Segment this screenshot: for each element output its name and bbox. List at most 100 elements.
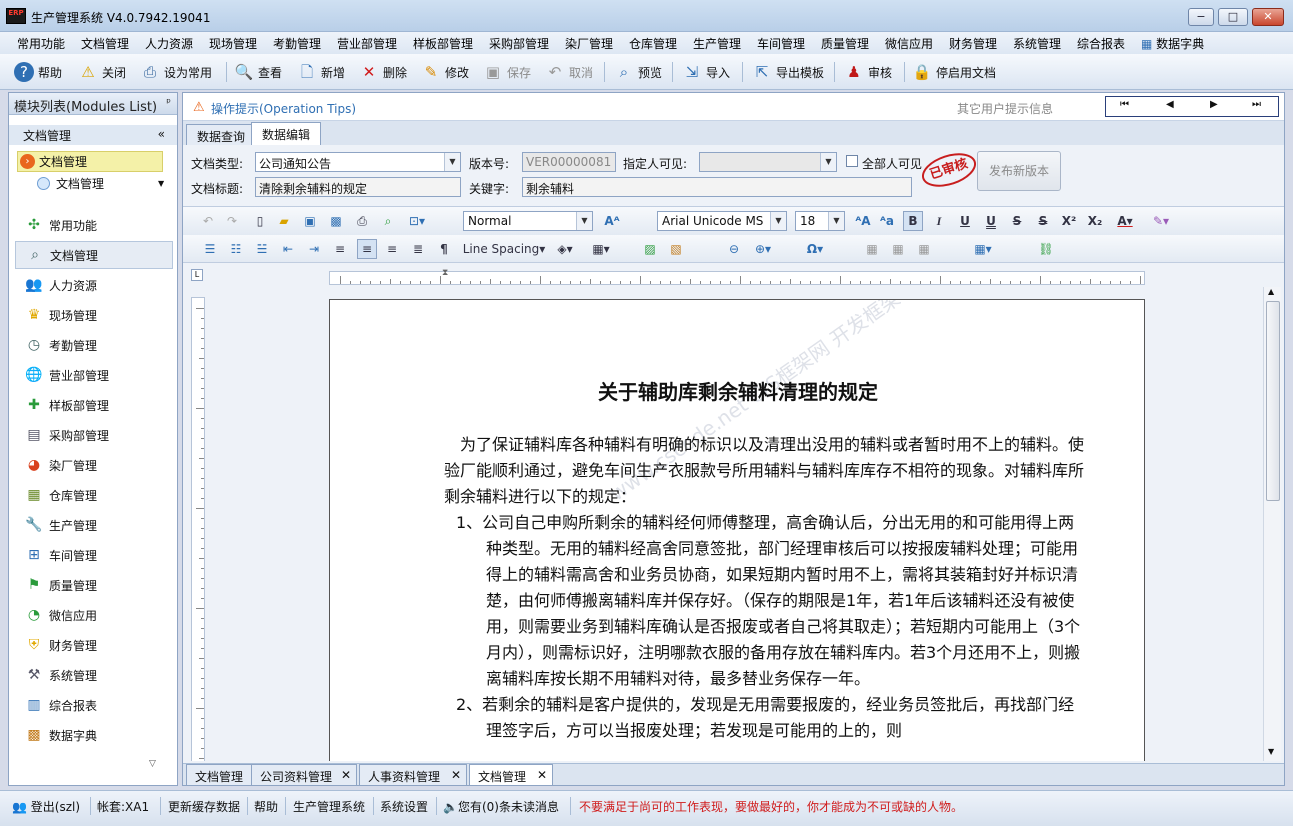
next-record-icon[interactable]: ▶ — [1210, 99, 1218, 110]
view-button[interactable]: 🔍 查看 — [234, 60, 282, 84]
nav-dye[interactable]: ◕ 染厂管理 — [15, 451, 173, 479]
tab-data-query[interactable]: 数据查询 — [186, 124, 257, 145]
align-left-icon[interactable]: ≡ — [331, 239, 349, 259]
tab-data-edit[interactable]: 数据编辑 — [251, 122, 322, 145]
menu-finance[interactable]: 财务管理 — [949, 35, 997, 52]
toggle-doc-button[interactable]: 🔒 停启用文档 — [912, 60, 996, 84]
tree-item-child[interactable]: 文档管理 — [17, 173, 163, 194]
close-tab-icon[interactable]: ✕ — [537, 768, 547, 782]
menu-sample[interactable]: 样板部管理 — [413, 35, 473, 52]
highlight-icon[interactable]: ✎▾ — [1147, 211, 1175, 231]
close-tab-icon[interactable]: ✕ — [451, 768, 461, 782]
nav-system[interactable]: ⚒ 系统管理 — [15, 661, 173, 689]
section-header[interactable]: 文档管理 « — [9, 125, 177, 145]
minimize-button[interactable]: − — [1188, 8, 1214, 26]
nav-finance[interactable]: ⛨ 财务管理 — [15, 631, 173, 659]
chevron-down-icon[interactable]: ▼ — [828, 212, 844, 230]
nav-production[interactable]: 🔧 生产管理 — [15, 511, 173, 539]
undo-icon[interactable]: ↶ — [199, 211, 217, 231]
print-preview-icon[interactable]: ⌕ — [379, 211, 397, 231]
zoom-in-icon[interactable]: ⊕▾ — [751, 239, 775, 259]
prev-record-icon[interactable]: ◀ — [1166, 99, 1174, 110]
keyword-field[interactable]: 剩余辅料 — [522, 177, 912, 197]
zoom-out-icon[interactable]: ⊖ — [725, 239, 743, 259]
pin-icon[interactable]: ᵖ — [166, 96, 171, 109]
audit-button[interactable]: ♟ 审核 — [844, 60, 892, 84]
add-button[interactable]: 🗋 新增 — [297, 60, 345, 84]
increase-indent-icon[interactable]: ⇥ — [305, 239, 323, 259]
doctab-documents[interactable]: 文档管理 — [186, 764, 253, 786]
insert-image-icon[interactable]: ▧ — [667, 239, 685, 259]
vertical-scrollbar[interactable]: ▲ ▼ — [1263, 287, 1281, 761]
redo-icon[interactable]: ↷ — [223, 211, 241, 231]
nav-workshop[interactable]: ⊞ 车间管理 — [15, 541, 173, 569]
set-common-button[interactable]: ⎙ 设为常用 — [140, 60, 212, 84]
new-file-icon[interactable]: ▯ — [251, 211, 269, 231]
nav-sales[interactable]: 🌐 营业部管理 — [15, 361, 173, 389]
menu-sales[interactable]: 营业部管理 — [337, 35, 397, 52]
paragraph-mark-icon[interactable]: ¶ — [435, 239, 453, 259]
maximize-button[interactable]: □ — [1218, 8, 1248, 26]
tree-item-selected[interactable]: › 文档管理 — [17, 151, 163, 172]
multilevel-list-icon[interactable]: ☱ — [253, 239, 271, 259]
collapse-icon[interactable]: « — [158, 127, 165, 141]
justify-icon[interactable]: ≣ — [409, 239, 427, 259]
delete-button[interactable]: ✕ 删除 — [359, 60, 407, 84]
align-right-icon[interactable]: ≡ — [383, 239, 401, 259]
strikethrough-icon[interactable]: S — [1007, 211, 1027, 231]
insert-table-icon[interactable]: ▦▾ — [969, 239, 997, 259]
save-icon[interactable]: ▣ — [301, 211, 319, 231]
align-center-icon[interactable]: ≡ — [357, 239, 377, 259]
cancel-button[interactable]: ↶ 取消 — [545, 60, 593, 84]
nav-site[interactable]: ♛ 现场管理 — [15, 301, 173, 329]
menu-quality[interactable]: 质量管理 — [821, 35, 869, 52]
help-button[interactable]: ? 帮助 — [14, 60, 62, 84]
menu-system[interactable]: 系统管理 — [1013, 35, 1061, 52]
symbol-icon[interactable]: Ω▾ — [803, 239, 827, 259]
nav-attendance[interactable]: ◷ 考勤管理 — [15, 331, 173, 359]
chevron-down-icon[interactable]: ▼ — [820, 153, 836, 171]
style-select[interactable]: Normal ▼ — [463, 211, 593, 231]
first-record-icon[interactable]: ⏮ — [1120, 99, 1129, 110]
menu-attendance[interactable]: 考勤管理 — [273, 35, 321, 52]
table-icon[interactable]: ▦ — [863, 239, 881, 259]
nav-purchase[interactable]: ▤ 采购部管理 — [15, 421, 173, 449]
doc-type-select[interactable]: 公司通知公告 ▼ — [255, 152, 461, 172]
system-settings-button[interactable]: 系统设置 — [380, 798, 428, 815]
export-template-button[interactable]: ⇱ 导出模板 — [752, 60, 824, 84]
status-help-button[interactable]: 帮助 — [254, 798, 278, 815]
preview-button[interactable]: ⌕ 预览 — [614, 60, 662, 84]
document-page[interactable]: www.cscode.net C/S框架网 开发框架 关于辅助库剩余辅料清理的规… — [329, 299, 1145, 761]
doctab-hr-files[interactable]: 人事资料管理 ✕ — [359, 764, 467, 786]
nav-sample[interactable]: ✚ 样板部管理 — [15, 391, 173, 419]
grow-font-icon[interactable]: ᴬA — [853, 211, 873, 231]
publish-version-button[interactable]: 发布新版本 — [977, 151, 1061, 191]
tab-stop-icon[interactable]: L — [191, 269, 203, 281]
font-size-select[interactable]: 18 ▼ — [795, 211, 845, 231]
nav-reports[interactable]: ▥ 综合报表 — [15, 691, 173, 719]
bullet-list-icon[interactable]: ☰ — [201, 239, 219, 259]
close-button[interactable]: ⚠ 关闭 — [78, 60, 126, 84]
nav-quality[interactable]: ⚑ 质量管理 — [15, 571, 173, 599]
close-tab-icon[interactable]: ✕ — [341, 768, 351, 782]
subscript-icon[interactable]: X₂ — [1085, 211, 1105, 231]
insert-picture-icon[interactable]: ▨ — [641, 239, 659, 259]
close-window-button[interactable]: ✕ — [1252, 8, 1284, 26]
font-color-icon[interactable]: A▾ — [1113, 211, 1137, 231]
indent-marker-icon[interactable]: ⧗ — [442, 268, 448, 278]
menu-site[interactable]: 现场管理 — [209, 35, 257, 52]
chevron-down-icon[interactable]: ▼ — [444, 153, 460, 171]
numbered-list-icon[interactable]: ☷ — [227, 239, 245, 259]
import-button[interactable]: ⇲ 导入 — [682, 60, 730, 84]
scroll-up-icon[interactable]: ▲ — [1268, 287, 1274, 296]
scrollbar-thumb[interactable] — [1266, 301, 1280, 501]
horizontal-ruler[interactable]: ⧗ — [329, 268, 1145, 285]
menu-dictionary[interactable]: ▦ 数据字典 — [1141, 35, 1204, 52]
nav-hr[interactable]: 👥 人力资源 — [15, 271, 173, 299]
borders-icon[interactable]: ▦▾ — [587, 239, 615, 259]
shading-icon[interactable]: ◈▾ — [551, 239, 579, 259]
doctab-documents-active[interactable]: 文档管理 ✕ — [469, 764, 553, 786]
italic-icon[interactable]: I — [929, 211, 949, 231]
hyperlink-icon[interactable]: ⛓ — [1037, 239, 1055, 259]
chevron-down-icon[interactable]: ▼ — [576, 212, 592, 230]
